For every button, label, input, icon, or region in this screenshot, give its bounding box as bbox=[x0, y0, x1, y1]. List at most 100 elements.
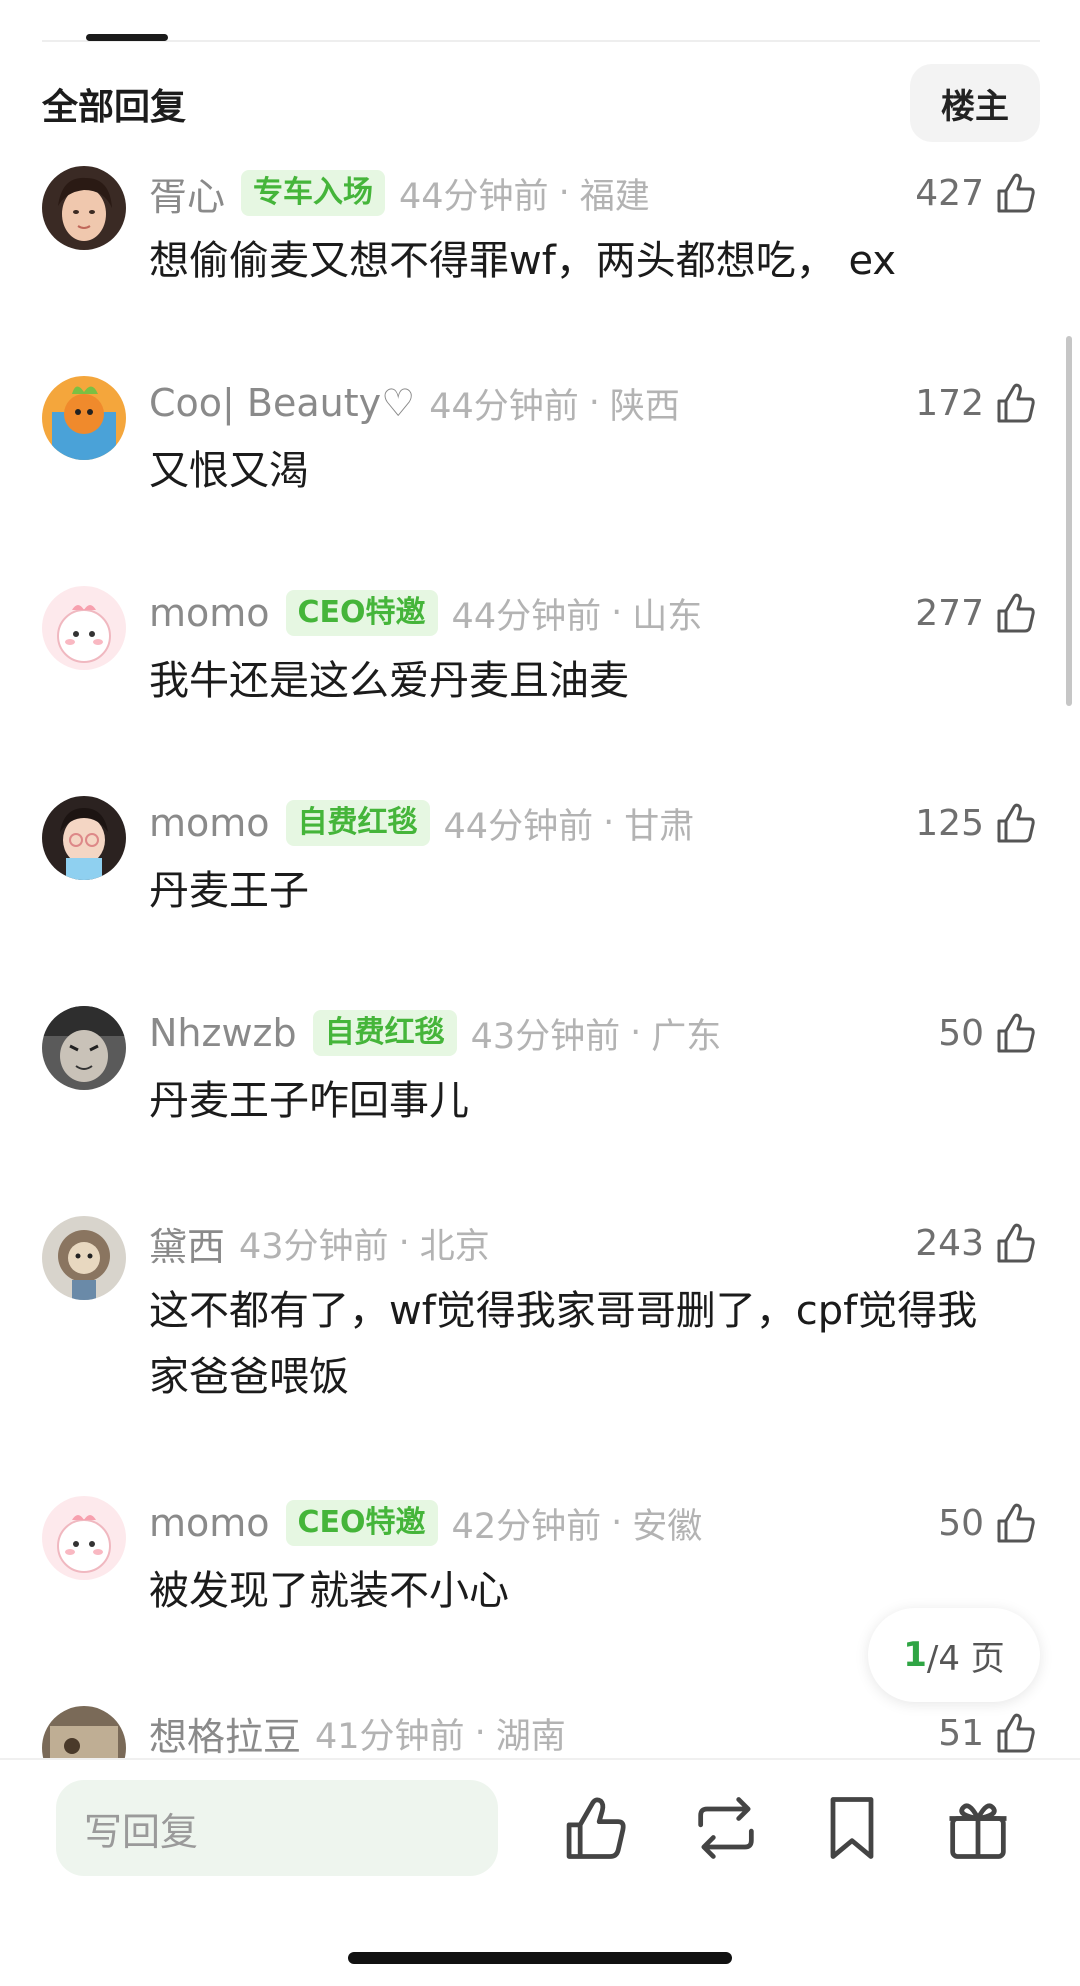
meta-separator: · bbox=[611, 1503, 623, 1543]
page-current: 1 bbox=[903, 1635, 927, 1675]
comment-meta: 想格拉豆 41分钟前 · 湖南 bbox=[149, 1708, 566, 1758]
comment-item: 胥心 专车入场 44分钟前 · 福建 427 想偷偷麦又想不得罪wf，两头都想吃… bbox=[42, 166, 1040, 336]
thumbs-up-icon bbox=[997, 383, 1035, 423]
comment-item: 想格拉豆 41分钟前 · 湖南 51 bbox=[42, 1706, 1040, 1758]
comment-meta: 胥心 专车入场 44分钟前 · 福建 bbox=[149, 166, 650, 221]
avatar[interactable] bbox=[42, 1006, 126, 1090]
avatar[interactable] bbox=[42, 1216, 126, 1300]
like-count: 125 bbox=[915, 802, 984, 844]
comment-item: momo 自费红毯 44分钟前 · 甘肃 125 丹麦王子 bbox=[42, 796, 1040, 966]
comment-meta: momo CEO特邀 42分钟前 · 安徽 bbox=[149, 1498, 702, 1548]
region: 陕西 bbox=[609, 386, 680, 427]
op-only-button[interactable]: 楼主 bbox=[910, 64, 1040, 142]
thumbs-up-icon[interactable] bbox=[558, 1790, 634, 1866]
thumbs-up-icon bbox=[997, 173, 1035, 213]
avatar[interactable] bbox=[42, 586, 126, 670]
like-count: 51 bbox=[938, 1712, 984, 1754]
comment-text: 丹麦王子咋回事儿 bbox=[149, 1078, 469, 1124]
top-divider bbox=[42, 40, 1040, 42]
timestamp: 44分钟前 bbox=[451, 596, 602, 637]
region: 湖南 bbox=[495, 1716, 566, 1757]
bottom-action-bar: 写回复 bbox=[0, 1758, 1080, 1986]
comment-text: 丹麦王子 bbox=[149, 868, 309, 914]
timestamp: 43分钟前 bbox=[239, 1226, 389, 1267]
username[interactable]: momo bbox=[149, 801, 270, 845]
timestamp: 44分钟前 bbox=[399, 176, 549, 217]
comment-text: 被发现了就装不小心 bbox=[149, 1568, 509, 1614]
user-badge: CEO特邀 bbox=[285, 590, 438, 636]
page-indicator[interactable]: 1 /4 页 bbox=[868, 1608, 1040, 1702]
user-badge: CEO特邀 bbox=[285, 1500, 438, 1546]
reply-input[interactable]: 写回复 bbox=[56, 1780, 498, 1876]
timestamp: 44分钟前 bbox=[429, 386, 579, 427]
avatar[interactable] bbox=[42, 376, 126, 460]
thumbs-up-icon bbox=[997, 1013, 1035, 1053]
comment-text: 又恨又渴 bbox=[149, 448, 309, 494]
comment-item: momo CEO特邀 44分钟前 · 山东 277 我牛还是这么爱丹麦且油麦 bbox=[42, 586, 1040, 756]
region: 福建 bbox=[579, 176, 650, 217]
thumbs-up-icon bbox=[997, 1503, 1035, 1543]
thumbs-up-icon bbox=[997, 1713, 1035, 1753]
page-total: /4 页 bbox=[926, 1638, 1005, 1679]
like-count: 243 bbox=[915, 1222, 984, 1264]
meta-separator: · bbox=[474, 1713, 486, 1753]
like-button[interactable]: 51 bbox=[938, 1706, 1040, 1758]
avatar[interactable] bbox=[42, 1706, 126, 1758]
avatar[interactable] bbox=[42, 796, 126, 880]
timestamp: 41分钟前 bbox=[315, 1716, 465, 1757]
gift-icon[interactable] bbox=[940, 1790, 1016, 1866]
username[interactable]: momo bbox=[149, 591, 270, 635]
comment-item: Nhzwzb 自费红毯 43分钟前 · 广东 50 丹麦王子咋回事儿 bbox=[42, 1006, 1040, 1176]
avatar[interactable] bbox=[42, 1496, 126, 1580]
thumbs-up-icon bbox=[997, 593, 1035, 633]
home-indicator bbox=[348, 1952, 732, 1964]
region: 甘肃 bbox=[624, 806, 695, 847]
username[interactable]: 胥心 bbox=[149, 166, 225, 221]
timestamp: 42分钟前 bbox=[451, 1506, 602, 1547]
tab-indicator bbox=[86, 34, 168, 41]
timestamp: 43分钟前 bbox=[470, 1016, 621, 1057]
like-count: 50 bbox=[938, 1012, 984, 1054]
thumbs-up-icon bbox=[997, 803, 1035, 843]
like-button[interactable]: 277 bbox=[915, 586, 1040, 640]
replies-header: 全部回复 楼主 bbox=[42, 62, 1040, 142]
like-button[interactable]: 50 bbox=[938, 1006, 1040, 1060]
meta-separator: · bbox=[611, 593, 623, 633]
meta-separator: · bbox=[588, 383, 600, 423]
username[interactable]: Nhzwzb bbox=[149, 1011, 297, 1055]
user-badge: 自费红毯 bbox=[285, 800, 430, 846]
comment-meta: Coo| Beauty♡ 44分钟前 · 陕西 bbox=[149, 378, 680, 428]
comment-meta: momo CEO特邀 44分钟前 · 山东 bbox=[149, 588, 702, 638]
comment-text: 这不都有了，wf觉得我家哥哥删了，cpf觉得我家爸爸喂饭 bbox=[149, 1288, 978, 1400]
meta-separator: · bbox=[558, 173, 570, 213]
like-count: 172 bbox=[915, 382, 984, 424]
comment-item: 黛西 43分钟前 · 北京 243 这不都有了，wf觉得我家哥哥删了，cpf觉得… bbox=[42, 1216, 1040, 1456]
thumbs-up-icon bbox=[997, 1223, 1035, 1263]
repost-icon[interactable] bbox=[688, 1790, 764, 1866]
username[interactable]: 黛西 bbox=[149, 1216, 225, 1271]
comment-text: 想偷偷麦又想不得罪wf，两头都想吃， ex bbox=[149, 238, 897, 284]
username[interactable]: 想格拉豆 bbox=[149, 1706, 301, 1759]
username[interactable]: momo bbox=[149, 1501, 270, 1545]
section-title: 全部回复 bbox=[42, 87, 187, 128]
region: 安徽 bbox=[632, 1506, 703, 1547]
bookmark-icon[interactable] bbox=[814, 1790, 890, 1866]
region: 广东 bbox=[651, 1016, 722, 1057]
like-button[interactable]: 427 bbox=[915, 166, 1040, 220]
comment-item: Coo| Beauty♡ 44分钟前 · 陕西 172 又恨又渴 bbox=[42, 376, 1040, 546]
like-button[interactable]: 50 bbox=[938, 1496, 1040, 1550]
scrollbar[interactable] bbox=[1066, 336, 1072, 706]
meta-separator: · bbox=[398, 1223, 410, 1263]
region: 北京 bbox=[419, 1226, 490, 1267]
avatar[interactable] bbox=[42, 166, 126, 250]
meta-separator: · bbox=[630, 1013, 642, 1053]
like-button[interactable]: 172 bbox=[915, 376, 1040, 430]
username[interactable]: Coo| Beauty♡ bbox=[149, 381, 415, 425]
timestamp: 44分钟前 bbox=[443, 806, 594, 847]
comment-meta: Nhzwzb 自费红毯 43分钟前 · 广东 bbox=[149, 1008, 721, 1058]
like-button[interactable]: 243 bbox=[915, 1216, 1040, 1270]
like-button[interactable]: 125 bbox=[915, 796, 1040, 850]
like-count: 277 bbox=[915, 592, 984, 634]
region: 山东 bbox=[632, 596, 703, 637]
like-count: 50 bbox=[938, 1502, 984, 1544]
